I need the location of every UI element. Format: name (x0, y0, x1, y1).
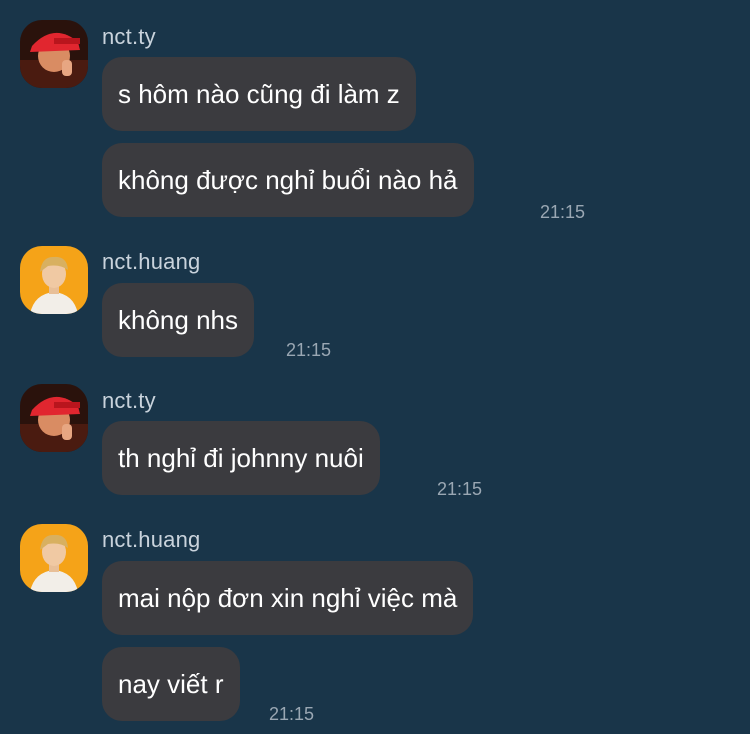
message-bubble[interactable]: th nghỉ đi johnny nuôi (102, 421, 380, 495)
avatar-nct-huang[interactable] (20, 246, 88, 314)
message-bubble[interactable]: s hôm nào cũng đi làm z (102, 57, 416, 131)
message-timestamp: 21:15 (540, 202, 586, 222)
message-bubble[interactable]: mai nộp đơn xin nghỉ việc mà (102, 561, 474, 635)
chat-thread: nct.ty s hôm nào cũng đi làm z không đượ… (0, 0, 750, 734)
avatar-nct-ty[interactable] (20, 384, 88, 452)
avatar-image (20, 246, 88, 314)
message-bubble[interactable]: nay viết r (102, 647, 240, 721)
avatar-image (20, 524, 88, 592)
avatar-image (20, 20, 88, 88)
avatar-nct-ty[interactable] (20, 20, 88, 88)
sender-name: nct.huang (102, 527, 201, 552)
message-bubble[interactable]: không nhs (102, 283, 254, 357)
sender-name: nct.huang (102, 249, 201, 274)
sender-name: nct.ty (102, 24, 156, 49)
message-timestamp: 21:15 (269, 704, 315, 724)
sender-name: nct.ty (102, 388, 156, 413)
message-bubble[interactable]: không được nghỉ buổi nào hả (102, 143, 474, 217)
message-timestamp: 21:15 (286, 340, 332, 360)
avatar-image (20, 384, 88, 452)
message-timestamp: 21:15 (437, 479, 483, 499)
avatar-nct-huang[interactable] (20, 524, 88, 592)
